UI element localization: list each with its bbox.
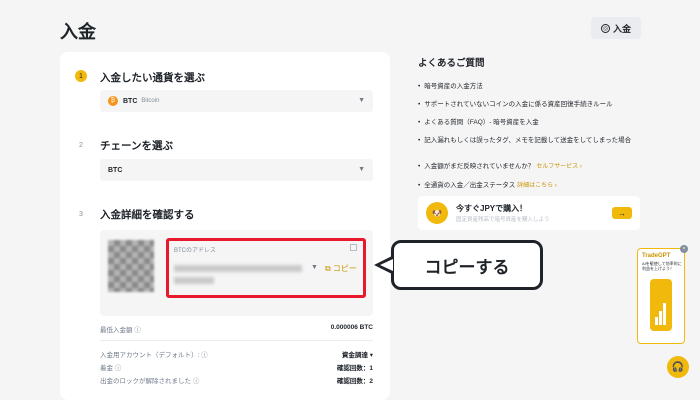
min-deposit-value: 0.000006 BTC — [330, 324, 373, 331]
account-row: 入金用アカウント（デフォルト）: ⓘ 資金調達 ▾ — [100, 349, 373, 359]
faq-link[interactable]: • 記入漏れもしくは誤ったタグ、メモを記載して送金をしてしまった場合 — [418, 134, 631, 144]
self-service-link[interactable]: セルフサービス › — [536, 164, 582, 170]
step-2-label: チェーンを選ぶ — [100, 140, 173, 152]
coin-symbol: BTC — [123, 97, 138, 105]
copy-icon: ⧉ — [325, 263, 331, 273]
deposit-details-box: BTCのアドレス ▼ ⧉ コピー — [100, 230, 373, 316]
chevron-down-icon: ▼ — [358, 166, 365, 173]
info-icon: ⓘ — [114, 365, 122, 372]
mascot-icon: 🐶 — [426, 202, 448, 224]
deposit-button[interactable]: ◎ 入金 — [591, 17, 641, 39]
close-icon[interactable]: × — [680, 245, 688, 253]
chart-illustration — [655, 297, 667, 325]
min-deposit-label: 最低入金額 ⓘ — [100, 327, 141, 334]
not-reflected-row: • 入金額がまだ反映されていませんか？ セルフサービス › — [418, 163, 582, 170]
bitcoin-icon: ₿ — [108, 96, 118, 106]
support-chat-icon[interactable]: 🎧 — [667, 356, 689, 378]
copy-callout: コピーする — [391, 240, 543, 290]
callout-arrow-inner — [380, 259, 393, 271]
promo-title: 今すぐJPYで購入！ — [456, 204, 528, 213]
address-panel: BTCのアドレス ▼ ⧉ コピー — [166, 238, 366, 298]
buy-jpy-banner[interactable]: 🐶 今すぐJPYで購入！ 固定資産残高で暗号資産を購入しよう → — [418, 196, 640, 230]
unlock-value: 確認回数：2 — [336, 378, 373, 385]
unlock-label: 出金のロックが解除されました ⓘ — [100, 378, 200, 385]
credit-label: 着金 ⓘ — [100, 365, 122, 372]
tradegpt-subtitle: AIを駆使して効率的に利益を上げよう！ — [642, 261, 682, 271]
status-details-link[interactable]: 詳細はこちら › — [517, 183, 557, 189]
info-icon: ⓘ — [134, 327, 141, 334]
copy-address-button[interactable]: ⧉ コピー — [325, 263, 357, 274]
step-1-label: 入金したい通貨を選ぶ — [100, 72, 205, 84]
account-select[interactable]: 資金調達 ▾ — [342, 349, 373, 359]
step-3-number: 3 — [79, 210, 83, 218]
unlock-row: 出金のロックが解除されました ⓘ 確認回数：2 — [100, 375, 373, 385]
page-title: 入金 — [60, 22, 96, 42]
step-2-number: 2 — [79, 141, 83, 149]
faq-title: よくあるご質問 — [418, 58, 485, 69]
info-icon: ⓘ — [201, 352, 208, 359]
address-value-blurred — [174, 277, 214, 284]
account-label: 入金用アカウント（デフォルト）: ⓘ — [100, 352, 208, 359]
arrow-right-icon[interactable]: → — [612, 207, 632, 219]
chevron-down-icon[interactable]: ▼ — [311, 264, 318, 271]
tradegpt-title: TradeGPT — [642, 253, 671, 259]
step-3-label: 入金詳細を確認する — [100, 209, 195, 221]
faq-link[interactable]: • 暗号資産の入金方法 — [418, 80, 483, 90]
chain-select[interactable]: BTC ▼ — [100, 159, 373, 181]
coin-select[interactable]: ₿ BTC Bitcoin ▼ — [100, 90, 373, 112]
coin-icon: ◎ — [600, 23, 610, 33]
address-label: BTCのアドレス — [174, 248, 217, 254]
tradegpt-ad[interactable]: × TradeGPT AIを駆使して効率的に利益を上げよう！ — [637, 245, 688, 344]
coin-name: Bitcoin — [141, 98, 160, 104]
faq-link[interactable]: • サポートされていないコインの入金に係る資産回復手続きルール — [418, 98, 613, 108]
credit-value: 確認回数：1 — [336, 365, 373, 372]
divider — [100, 340, 373, 341]
chevron-down-icon: ▼ — [358, 97, 365, 104]
qr-code — [108, 240, 154, 292]
credit-row: 着金 ⓘ 確認回数：1 — [100, 362, 373, 372]
info-icon: ⓘ — [192, 378, 200, 385]
faq-link[interactable]: • よくある質問（FAQ）- 暗号資産を入金 — [418, 116, 539, 126]
deposit-button-label: 入金 — [612, 23, 631, 34]
chain-value: BTC — [108, 166, 123, 174]
deposit-card: 1 入金したい通貨を選ぶ ₿ BTC Bitcoin ▼ 2 チェーンを選ぶ B… — [60, 52, 390, 400]
promo-subtitle: 固定資産残高で暗号資産を購入しよう — [456, 217, 550, 223]
address-value-blurred — [174, 265, 302, 272]
qr-toggle-icon[interactable] — [350, 244, 357, 251]
min-deposit-row: 最低入金額 ⓘ 0.000006 BTC — [100, 324, 373, 334]
step-1-number: 1 — [75, 70, 87, 82]
status-row: • 全通貨の入金／出金ステータス 詳細はこちら › — [418, 182, 557, 189]
copy-label: コピー — [332, 264, 357, 273]
